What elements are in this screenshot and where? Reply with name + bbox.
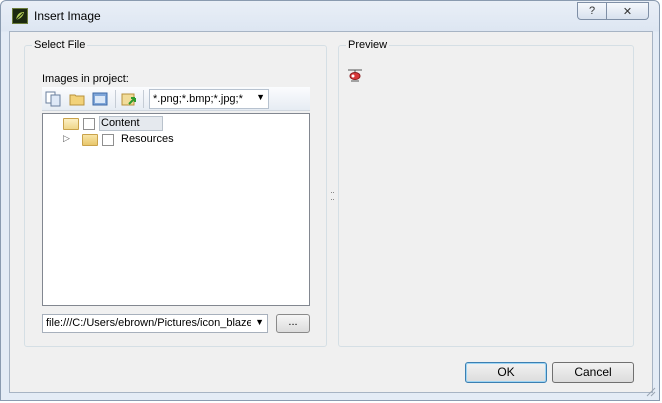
insert-image-dialog: Insert Image ? ✕ Select File Images in p… (0, 0, 660, 401)
app-leaf-icon (12, 8, 28, 24)
project-tree[interactable]: Content ▷ Resources (42, 113, 310, 306)
tree-item-resources[interactable]: ▷ Resources (43, 132, 309, 148)
tree-item-label: Resources (121, 133, 174, 145)
help-button[interactable]: ? (577, 2, 607, 20)
file-filter-select[interactable]: *.png;*.bmp;*.jpg;* ▼ (149, 89, 269, 109)
helicopter-icon (347, 67, 363, 83)
preview-title: Preview (346, 39, 390, 51)
resources-checkbox[interactable] (102, 134, 114, 146)
content-checkbox[interactable] (83, 118, 95, 130)
expand-arrow-icon[interactable]: ▷ (63, 133, 70, 144)
splitter-handle[interactable] (331, 192, 334, 200)
images-in-project-label: Images in project: (42, 73, 129, 85)
resize-grip-icon[interactable] (646, 387, 656, 397)
file-filter-value: *.png;*.bmp;*.jpg;* (153, 93, 243, 105)
close-icon: ✕ (622, 5, 633, 18)
title-bar[interactable]: Insert Image ? ✕ (1, 1, 659, 31)
tree-item-label: Content (101, 117, 140, 129)
dialog-body: Select File Images in project: *.png;*.b… (9, 31, 653, 393)
chevron-down-icon: ▼ (256, 92, 265, 102)
chevron-down-icon: ▼ (255, 317, 264, 327)
folder-open-icon (63, 118, 79, 130)
copy-icon[interactable] (45, 91, 61, 107)
window-title: Insert Image (34, 9, 101, 23)
ok-button[interactable]: OK (465, 362, 547, 383)
file-path-combo[interactable]: file:///C:/Users/ebrown/Pictures/icon_bl… (42, 314, 268, 333)
cancel-button[interactable]: Cancel (552, 362, 634, 383)
view-icon[interactable] (92, 91, 108, 107)
select-file-title: Select File (32, 39, 88, 51)
folder-icon (82, 134, 98, 146)
close-button[interactable]: ✕ (607, 2, 649, 20)
help-icon: ? (588, 5, 596, 17)
file-path-value: file:///C:/Users/ebrown/Pictures/icon_bl… (46, 317, 251, 329)
browse-button[interactable]: ... (276, 314, 310, 333)
import-image-icon[interactable] (121, 91, 137, 107)
preview-group: Preview (338, 39, 634, 347)
tree-item-content[interactable]: Content (43, 116, 309, 132)
folder-icon[interactable] (69, 91, 85, 107)
images-toolbar: *.png;*.bmp;*.jpg;* ▼ (42, 87, 310, 111)
